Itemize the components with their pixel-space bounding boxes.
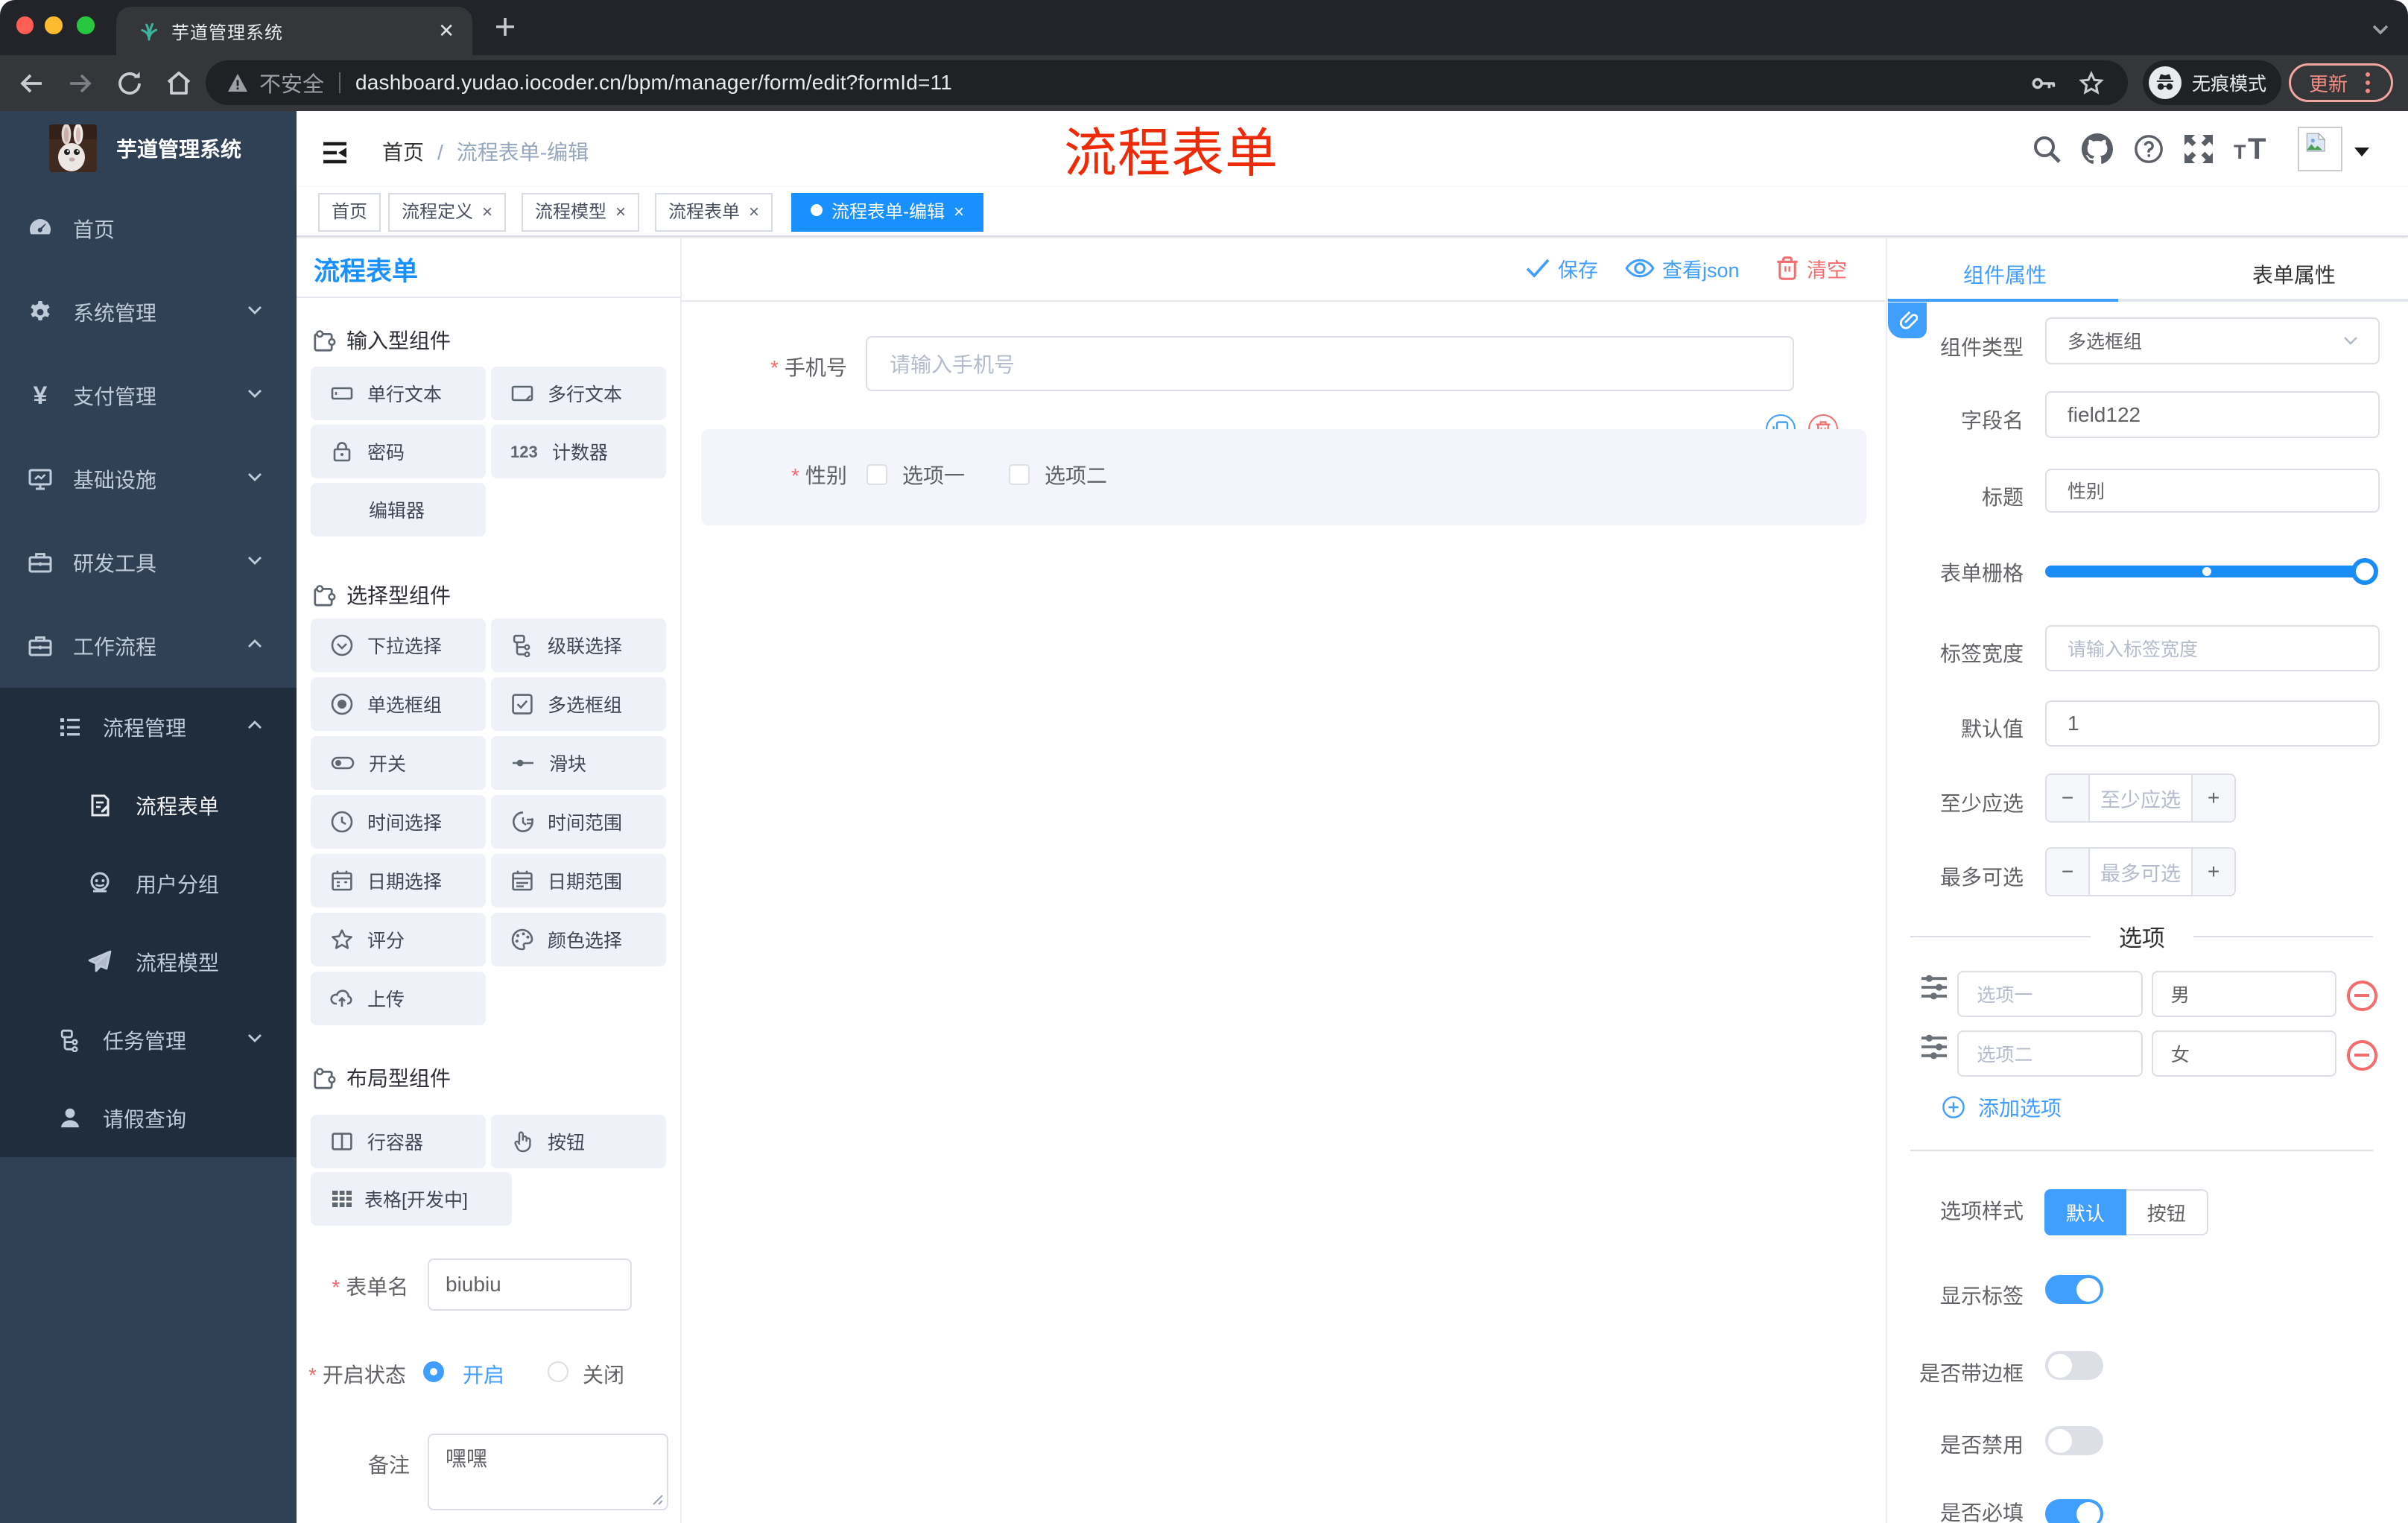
svg-text:T: T bbox=[2234, 141, 2246, 163]
svg-text:123: 123 bbox=[510, 443, 538, 461]
svg-text:T: T bbox=[2248, 134, 2266, 164]
